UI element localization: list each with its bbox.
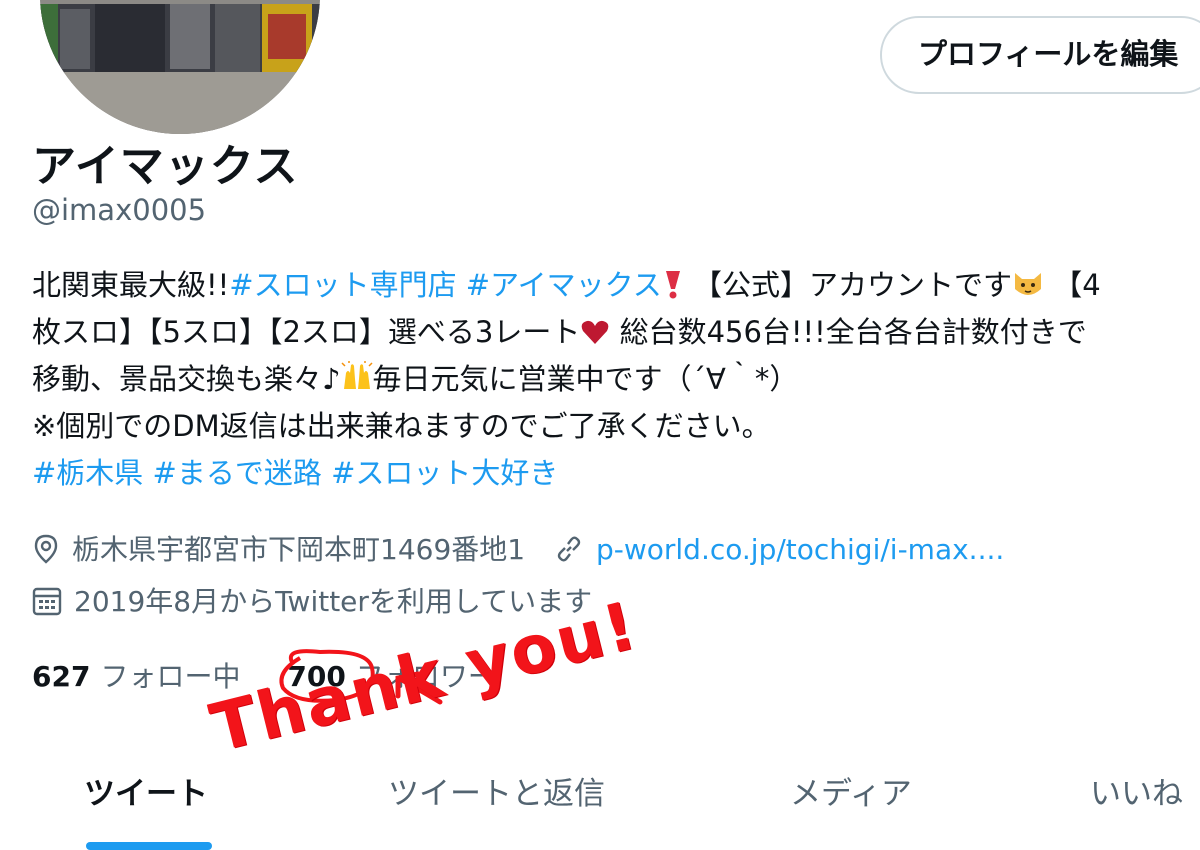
heart-emoji-icon [580,313,610,360]
edit-profile-button[interactable]: プロフィールを編集 [880,16,1200,94]
hashtag-link[interactable]: #スロット専門店 [229,268,456,302]
bio-text: 総台数456台!!!全台各台計数付きで [619,315,1087,349]
display-name: アイマックス [32,141,299,192]
bio-text: 移動、景品交換も楽々♪ [32,362,341,396]
bio-text: 北関東最大級!! [32,268,230,302]
calendar-icon [32,587,62,616]
following-link[interactable]: 627 フォロー中 [32,660,240,693]
cat-emoji-icon [1012,266,1044,313]
profile-meta-row: 栃木県宇都宮市下岡本町1469番地1 p-world.co.jp/tochigi… [32,528,1004,568]
following-count: 627 [32,660,91,693]
tab-media[interactable]: メディア [790,768,912,813]
joined-row: 2019年8月からTwitterを利用しています [32,580,592,620]
avatar[interactable] [36,0,324,138]
hashtag-link[interactable]: #栃木県 [32,456,143,490]
active-tab-indicator [86,842,212,850]
link-icon [557,536,581,562]
location-text: 栃木県宇都宮市下岡本町1469番地1 [72,533,526,566]
profile-bio: 北関東最大級!!#スロット専門店 #アイマックス 【公式】アカウントです 【4 … [32,262,1200,497]
tab-tweets[interactable]: ツイート [84,768,208,813]
exclamation-emoji-icon [662,266,684,313]
hashtag-link[interactable]: #スロット大好き [331,456,558,490]
hashtag-link[interactable]: #アイマックス [466,268,662,302]
user-handle: @imax0005 [32,193,207,227]
bio-text: 毎日元気に営業中です（´∀｀*） [372,362,799,396]
location-pin-icon [34,534,58,564]
hashtag-link[interactable]: #まるで迷路 [153,456,322,490]
tab-tweets-replies[interactable]: ツイートと返信 [388,768,605,813]
bio-text: ※個別でのDM返信は出来兼ねますのでご了承ください。 [32,409,771,443]
joined-date: 2019年8月からTwitterを利用しています [74,585,593,618]
raised-hands-emoji-icon [340,360,373,407]
tab-likes[interactable]: いいね [1090,768,1183,813]
bio-text: 枚スロ】【5スロ】【2スロ】選べる3レート [32,315,581,349]
bio-text: 【公式】アカウントです [693,268,1013,302]
bio-text: 【4 [1053,268,1101,302]
avatar-photo [40,0,320,134]
website-link[interactable]: p-world.co.jp/tochigi/i-max.... [596,533,1004,566]
